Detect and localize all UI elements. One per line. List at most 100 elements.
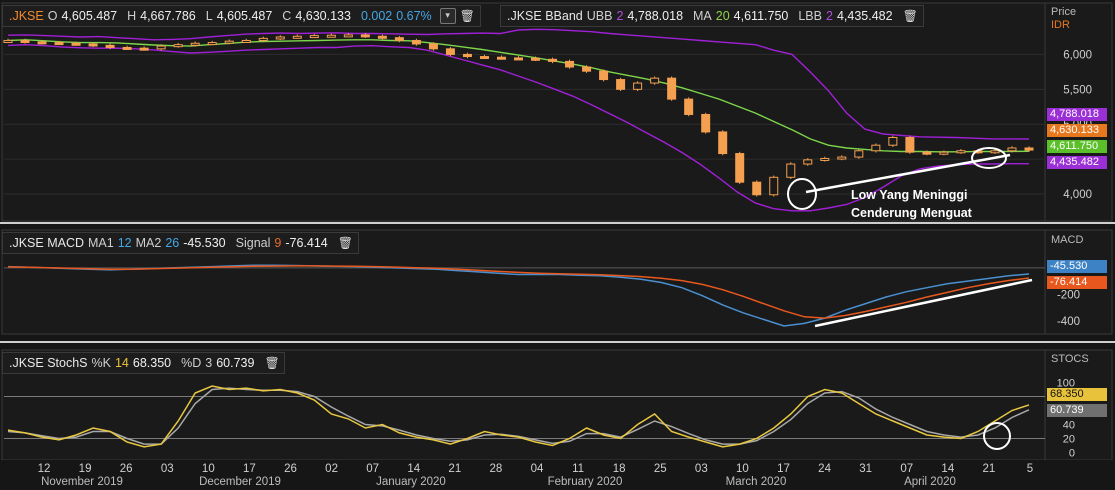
candle-body xyxy=(37,41,47,45)
x-month-label: November 2019 xyxy=(41,476,123,488)
lbb-label: LBB xyxy=(798,9,822,23)
x-tick-label: 31 xyxy=(859,463,872,475)
ma1-label: MA1 xyxy=(88,236,114,250)
candle-body xyxy=(531,57,541,61)
x-tick-label: 14 xyxy=(941,463,954,475)
main-header: .JKSE O 4,605.487 H 4,667.786 L 4,605.487 C… xyxy=(2,5,481,27)
candle-body xyxy=(650,77,660,84)
x-tick-label: 25 xyxy=(654,463,667,475)
candle-body xyxy=(718,131,728,155)
candle-body xyxy=(684,98,694,115)
k-period: 14 xyxy=(114,356,129,370)
close-label: C xyxy=(282,9,292,23)
x-tick-label: 21 xyxy=(448,463,461,475)
candle-body xyxy=(854,150,864,158)
price-tick-label: 5,500 xyxy=(1063,84,1092,96)
x-tick-label: 17 xyxy=(243,463,256,475)
x-tick-label: 26 xyxy=(284,463,297,475)
candle-body xyxy=(514,57,523,61)
x-tick-label: 21 xyxy=(983,463,996,475)
candle-body xyxy=(88,43,98,47)
candle-body xyxy=(190,42,200,46)
close-badge: 4,630.133 xyxy=(1047,124,1107,137)
d-period: 3 xyxy=(205,356,213,370)
ubb-period: 2 xyxy=(616,9,624,23)
candle-body xyxy=(667,77,677,100)
low-value: 4,605.487 xyxy=(216,9,273,23)
signal-value: -76.414 xyxy=(285,236,328,250)
stoch-header: .JKSE StochS %K 14 68.350 %D 3 60.739 🗑 xyxy=(2,352,286,374)
candle-body xyxy=(479,56,489,60)
ubb-value: 4,788.018 xyxy=(627,9,684,23)
candle-body xyxy=(258,37,268,41)
macd-tick-label: -400 xyxy=(1057,316,1080,328)
x-tick-label: 10 xyxy=(736,463,749,475)
x-tick-label: 5 xyxy=(1027,463,1033,475)
stoch-symbol[interactable]: .JKSE StochS xyxy=(9,353,88,373)
macd-value: -45.530 xyxy=(183,236,226,250)
x-tick-label: 12 xyxy=(38,463,51,475)
x-tick-label: 26 xyxy=(120,463,133,475)
bband-symbol[interactable]: .JKSE BBand xyxy=(507,6,583,26)
candle-body xyxy=(752,181,762,196)
macd-axis-title: MACD xyxy=(1051,234,1084,246)
x-tick-label: 18 xyxy=(613,463,626,475)
candle-body xyxy=(1007,147,1017,152)
lbb-value: 4,435.482 xyxy=(836,9,893,23)
trash-icon[interactable]: 🗑 xyxy=(460,9,475,23)
annotation-text: Cenderung Menguat xyxy=(851,206,973,220)
candle-body xyxy=(1024,147,1034,151)
k-badge: 68.350 xyxy=(1047,388,1107,401)
high-value: 4,667.786 xyxy=(140,9,196,23)
ma-value: 4,611.750 xyxy=(733,9,789,23)
candle-body xyxy=(20,39,30,43)
trash-icon[interactable]: 🗑 xyxy=(903,9,918,23)
ma-label: MA xyxy=(693,9,712,23)
candle-body xyxy=(888,137,898,146)
candle-body xyxy=(769,176,779,196)
candle-body xyxy=(701,113,711,133)
chevron-down-icon[interactable]: ▾ xyxy=(439,8,456,24)
candle-body xyxy=(735,153,745,183)
stoch-tick-label: 20 xyxy=(1063,434,1075,446)
lbb-period: 2 xyxy=(826,9,833,23)
candle-body xyxy=(326,34,336,38)
lbb-badge: 4,435.482 xyxy=(1047,156,1107,169)
candle-body xyxy=(616,79,626,90)
x-tick-label: 19 xyxy=(79,463,92,475)
candle-body xyxy=(275,36,285,40)
price-tick-label: 6,000 xyxy=(1063,49,1092,61)
k-label: %K xyxy=(91,356,111,370)
trash-icon[interactable]: 🗑 xyxy=(264,356,279,370)
x-tick-label: 07 xyxy=(900,463,913,475)
candle-body xyxy=(411,39,421,45)
signal-period: 9 xyxy=(274,236,282,250)
candle-body xyxy=(122,46,132,50)
x-tick-label: 24 xyxy=(818,463,831,475)
candle-body xyxy=(292,35,302,39)
macd-symbol[interactable]: .JKSE MACD xyxy=(9,233,84,253)
price-tick-label: 4,000 xyxy=(1063,189,1092,201)
ma-period: 20 xyxy=(715,9,730,23)
candle-body xyxy=(173,44,183,48)
price-axis-title: Price xyxy=(1051,6,1077,18)
x-tick-label: 03 xyxy=(695,463,708,475)
signal-badge: -76.414 xyxy=(1047,276,1107,289)
candle-body xyxy=(139,47,149,51)
trash-icon[interactable]: 🗑 xyxy=(338,236,353,250)
x-month-label: February 2020 xyxy=(548,476,623,488)
d-label: %D xyxy=(181,356,202,370)
candle-body xyxy=(803,159,813,165)
annotation-text: Low Yang Meninggi xyxy=(851,188,967,202)
low-label: L xyxy=(205,9,213,23)
open-label: O xyxy=(47,9,58,23)
ma2-value: 26 xyxy=(165,236,180,250)
symbol-label[interactable]: .JKSE xyxy=(9,6,44,26)
x-month-label: March 2020 xyxy=(726,476,787,488)
x-tick-label: 11 xyxy=(572,463,584,475)
x-month-label: January 2020 xyxy=(376,476,446,488)
x-tick-label: 04 xyxy=(531,463,544,475)
x-tick-label: 14 xyxy=(407,463,420,475)
change-value: 0.002 xyxy=(360,9,393,23)
candle-body xyxy=(599,70,609,81)
